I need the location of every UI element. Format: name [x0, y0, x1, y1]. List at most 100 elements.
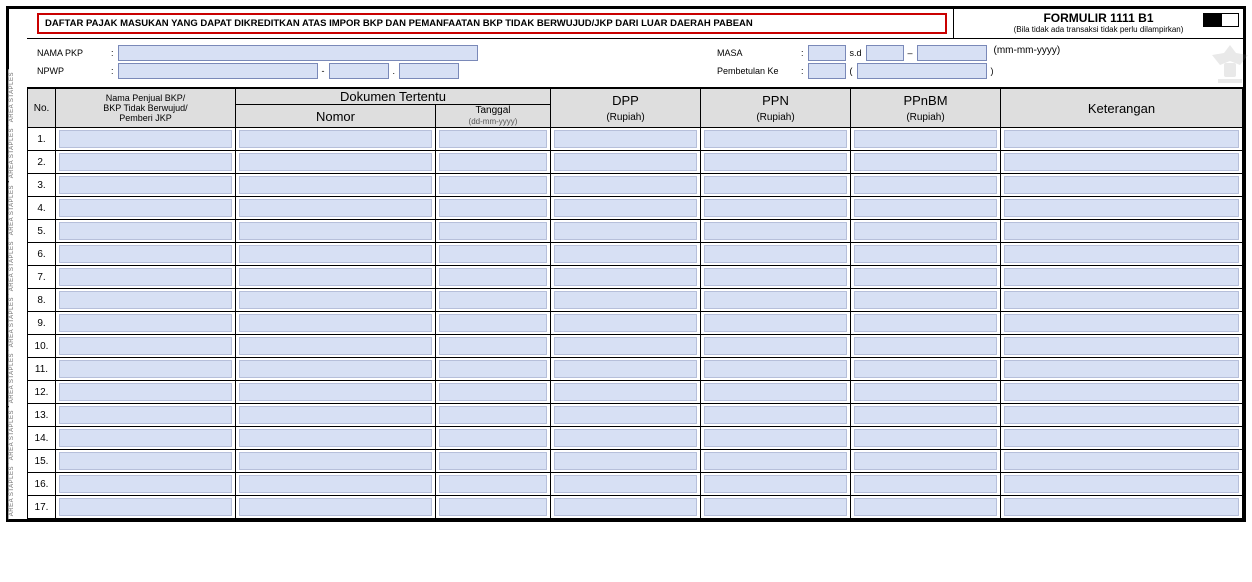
input-ppnbm[interactable] — [854, 498, 997, 516]
input-ppnbm[interactable] — [854, 406, 997, 424]
input-ppn[interactable] — [704, 406, 847, 424]
input-nama[interactable] — [59, 245, 232, 263]
input-keterangan[interactable] — [1004, 337, 1239, 355]
nama-pkp-input[interactable] — [118, 45, 478, 61]
input-tanggal[interactable] — [439, 176, 547, 194]
input-dpp[interactable] — [554, 406, 697, 424]
input-ppn[interactable] — [704, 268, 847, 286]
input-nama[interactable] — [59, 314, 232, 332]
input-ppnbm[interactable] — [854, 452, 997, 470]
input-tanggal[interactable] — [439, 314, 547, 332]
input-nama[interactable] — [59, 429, 232, 447]
input-keterangan[interactable] — [1004, 498, 1239, 516]
input-ppnbm[interactable] — [854, 130, 997, 148]
input-dpp[interactable] — [554, 130, 697, 148]
input-dpp[interactable] — [554, 153, 697, 171]
input-tanggal[interactable] — [439, 222, 547, 240]
input-nama[interactable] — [59, 130, 232, 148]
input-ppnbm[interactable] — [854, 176, 997, 194]
input-ppn[interactable] — [704, 337, 847, 355]
input-nomor[interactable] — [239, 291, 432, 309]
input-nama[interactable] — [59, 383, 232, 401]
input-ppnbm[interactable] — [854, 383, 997, 401]
input-tanggal[interactable] — [439, 498, 547, 516]
input-keterangan[interactable] — [1004, 268, 1239, 286]
input-tanggal[interactable] — [439, 406, 547, 424]
input-nomor[interactable] — [239, 130, 432, 148]
input-tanggal[interactable] — [439, 360, 547, 378]
input-keterangan[interactable] — [1004, 199, 1239, 217]
masa-year-input[interactable] — [917, 45, 987, 61]
input-keterangan[interactable] — [1004, 153, 1239, 171]
npwp-input-1[interactable] — [118, 63, 318, 79]
input-dpp[interactable] — [554, 314, 697, 332]
npwp-input-3[interactable] — [399, 63, 459, 79]
input-nomor[interactable] — [239, 383, 432, 401]
input-keterangan[interactable] — [1004, 314, 1239, 332]
input-nama[interactable] — [59, 222, 232, 240]
input-keterangan[interactable] — [1004, 222, 1239, 240]
input-nomor[interactable] — [239, 498, 432, 516]
npwp-input-2[interactable] — [329, 63, 389, 79]
input-keterangan[interactable] — [1004, 383, 1239, 401]
input-ppn[interactable] — [704, 383, 847, 401]
input-keterangan[interactable] — [1004, 475, 1239, 493]
input-nomor[interactable] — [239, 199, 432, 217]
input-keterangan[interactable] — [1004, 452, 1239, 470]
input-ppn[interactable] — [704, 222, 847, 240]
input-ppnbm[interactable] — [854, 153, 997, 171]
input-tanggal[interactable] — [439, 268, 547, 286]
input-nama[interactable] — [59, 337, 232, 355]
input-ppnbm[interactable] — [854, 475, 997, 493]
input-keterangan[interactable] — [1004, 360, 1239, 378]
input-nomor[interactable] — [239, 268, 432, 286]
input-nama[interactable] — [59, 406, 232, 424]
input-nomor[interactable] — [239, 153, 432, 171]
input-ppnbm[interactable] — [854, 314, 997, 332]
checkbox-1[interactable] — [1203, 13, 1221, 27]
input-ppn[interactable] — [704, 314, 847, 332]
input-ppn[interactable] — [704, 452, 847, 470]
input-dpp[interactable] — [554, 452, 697, 470]
pembetulan-word-input[interactable] — [857, 63, 987, 79]
input-dpp[interactable] — [554, 475, 697, 493]
input-dpp[interactable] — [554, 268, 697, 286]
input-tanggal[interactable] — [439, 452, 547, 470]
input-nomor[interactable] — [239, 406, 432, 424]
input-nama[interactable] — [59, 153, 232, 171]
input-ppn[interactable] — [704, 130, 847, 148]
input-tanggal[interactable] — [439, 429, 547, 447]
input-tanggal[interactable] — [439, 291, 547, 309]
input-keterangan[interactable] — [1004, 245, 1239, 263]
masa-to-input[interactable] — [866, 45, 904, 61]
checkbox-2[interactable] — [1221, 13, 1239, 27]
input-ppnbm[interactable] — [854, 337, 997, 355]
input-nama[interactable] — [59, 268, 232, 286]
input-keterangan[interactable] — [1004, 130, 1239, 148]
input-dpp[interactable] — [554, 360, 697, 378]
input-dpp[interactable] — [554, 176, 697, 194]
input-dpp[interactable] — [554, 245, 697, 263]
input-dpp[interactable] — [554, 383, 697, 401]
input-nomor[interactable] — [239, 452, 432, 470]
input-ppn[interactable] — [704, 245, 847, 263]
input-tanggal[interactable] — [439, 199, 547, 217]
input-nomor[interactable] — [239, 245, 432, 263]
input-ppn[interactable] — [704, 498, 847, 516]
input-nama[interactable] — [59, 452, 232, 470]
input-ppnbm[interactable] — [854, 245, 997, 263]
input-ppn[interactable] — [704, 199, 847, 217]
input-ppn[interactable] — [704, 475, 847, 493]
input-dpp[interactable] — [554, 291, 697, 309]
input-ppnbm[interactable] — [854, 199, 997, 217]
input-ppn[interactable] — [704, 429, 847, 447]
input-dpp[interactable] — [554, 337, 697, 355]
input-nomor[interactable] — [239, 176, 432, 194]
input-keterangan[interactable] — [1004, 291, 1239, 309]
input-nama[interactable] — [59, 291, 232, 309]
input-nomor[interactable] — [239, 314, 432, 332]
input-ppnbm[interactable] — [854, 268, 997, 286]
input-dpp[interactable] — [554, 498, 697, 516]
input-nama[interactable] — [59, 360, 232, 378]
input-nama[interactable] — [59, 498, 232, 516]
